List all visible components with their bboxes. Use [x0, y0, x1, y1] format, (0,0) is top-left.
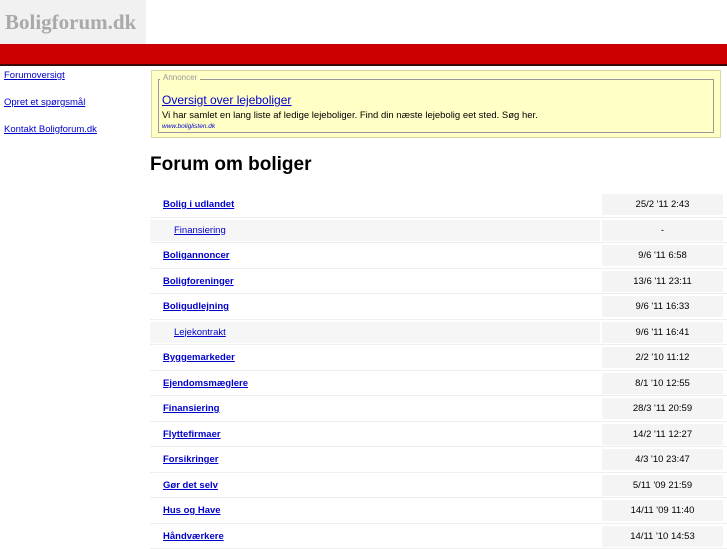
forum-link[interactable]: Byggemarkeder — [163, 352, 235, 363]
forum-link[interactable]: Ejendomsmæglere — [163, 378, 248, 389]
ad-description: Vi har samlet en lang liste af ledige le… — [162, 110, 538, 121]
page-title: Forum om boliger — [150, 154, 312, 176]
ad-legend: Annoncer — [160, 73, 200, 82]
subforum-link[interactable]: Finansiering — [174, 225, 226, 236]
subforum-row: Lejekontrakt 9/6 '11 16:41 — [150, 320, 727, 346]
header-divider — [0, 64, 727, 66]
forum-row: Boligudlejning 9/6 '11 16:33 — [150, 294, 727, 320]
forum-name-cell: Bolig i udlandet — [150, 194, 600, 215]
logo-area[interactable]: Boligforum.dk — [0, 0, 146, 44]
forum-name-cell: Finansiering — [150, 398, 600, 419]
forum-row: Boligforeninger 13/6 '11 23:11 — [150, 269, 727, 295]
subforum-row: Finansiering - — [150, 218, 727, 244]
forum-name-cell: Byggemarkeder — [150, 347, 600, 368]
forum-last-post-date: 5/11 '09 21:59 — [602, 475, 723, 496]
forum-link[interactable]: Boligannoncer — [163, 250, 230, 261]
forum-last-post-date: 13/6 '11 23:11 — [602, 271, 723, 292]
forum-row: Byggemarkeder 2/2 '10 11:12 — [150, 345, 727, 371]
forum-link[interactable]: Forsikringer — [163, 454, 218, 465]
forum-last-post-date: 28/3 '11 20:59 — [602, 398, 723, 419]
subforum-link[interactable]: Lejekontrakt — [174, 327, 226, 338]
ad-title-link[interactable]: Oversigt over lejeboliger — [162, 93, 291, 107]
forum-name-cell: Håndværkere — [150, 526, 600, 547]
forum-last-post-date: 8/1 '10 12:55 — [602, 373, 723, 394]
sidebar-link-create-question[interactable]: Opret et spørgsmål — [4, 97, 144, 108]
ad-url-link[interactable]: www.boliglisten.dk — [162, 123, 215, 130]
forum-name-cell: Flyttefirmaer — [150, 424, 600, 445]
forum-name-cell: Hus og Have — [150, 500, 600, 521]
header-bar — [0, 44, 727, 64]
forum-name-cell: Gør det selv — [150, 475, 600, 496]
sidebar: Forumoversigt Opret et spørgsmål Kontakt… — [4, 70, 144, 151]
forum-link[interactable]: Gør det selv — [163, 480, 218, 491]
ad-box: Annoncer Oversigt over lejeboliger Vi ha… — [151, 70, 721, 138]
forum-link[interactable]: Finansiering — [163, 403, 219, 414]
forum-row: Finansiering 28/3 '11 20:59 — [150, 396, 727, 422]
forum-name-cell: Ejendomsmæglere — [150, 373, 600, 394]
forum-last-post-date: - — [602, 220, 723, 241]
forum-link[interactable]: Flyttefirmaer — [163, 429, 221, 440]
forum-row: Bolig i udlandet 25/2 '11 2:43 — [150, 192, 727, 218]
forum-name-cell: Forsikringer — [150, 449, 600, 470]
forum-name-cell: Boligforeninger — [150, 271, 600, 292]
forum-link[interactable]: Boligudlejning — [163, 301, 229, 312]
forum-row: Hus og Have 14/11 '09 11:40 — [150, 498, 727, 524]
forum-last-post-date: 9/6 '11 16:33 — [602, 296, 723, 317]
forum-name-cell: Finansiering — [150, 220, 600, 241]
forum-last-post-date: 9/6 '11 6:58 — [602, 245, 723, 266]
forum-link[interactable]: Håndværkere — [163, 531, 224, 542]
forum-row: Flyttefirmaer 14/2 '11 12:27 — [150, 422, 727, 448]
sidebar-link-contact[interactable]: Kontakt Boligforum.dk — [4, 124, 144, 135]
forum-name-cell: Lejekontrakt — [150, 322, 600, 343]
forum-last-post-date: 4/3 '10 23:47 — [602, 449, 723, 470]
sidebar-link-forumoversigt[interactable]: Forumoversigt — [4, 70, 144, 81]
forum-row: Boligannoncer 9/6 '11 6:58 — [150, 243, 727, 269]
forum-link[interactable]: Bolig i udlandet — [163, 199, 234, 210]
forum-link[interactable]: Hus og Have — [163, 505, 221, 516]
forum-last-post-date: 14/11 '10 14:53 — [602, 526, 723, 547]
forum-link[interactable]: Boligforeninger — [163, 276, 234, 287]
forum-last-post-date: 14/2 '11 12:27 — [602, 424, 723, 445]
forum-row: Gør det selv 5/11 '09 21:59 — [150, 473, 727, 499]
forum-last-post-date: 9/6 '11 16:41 — [602, 322, 723, 343]
forum-row: Forsikringer 4/3 '10 23:47 — [150, 447, 727, 473]
forum-row: Håndværkere 14/11 '10 14:53 — [150, 524, 727, 549]
forum-name-cell: Boligannoncer — [150, 245, 600, 266]
forum-last-post-date: 14/11 '09 11:40 — [602, 500, 723, 521]
forum-table: Bolig i udlandet 25/2 '11 2:43 Finansierin… — [150, 192, 727, 549]
site-logo[interactable]: Boligforum.dk — [5, 10, 136, 35]
forum-last-post-date: 25/2 '11 2:43 — [602, 194, 723, 215]
forum-row: Ejendomsmæglere 8/1 '10 12:55 — [150, 371, 727, 397]
forum-last-post-date: 2/2 '10 11:12 — [602, 347, 723, 368]
forum-name-cell: Boligudlejning — [150, 296, 600, 317]
